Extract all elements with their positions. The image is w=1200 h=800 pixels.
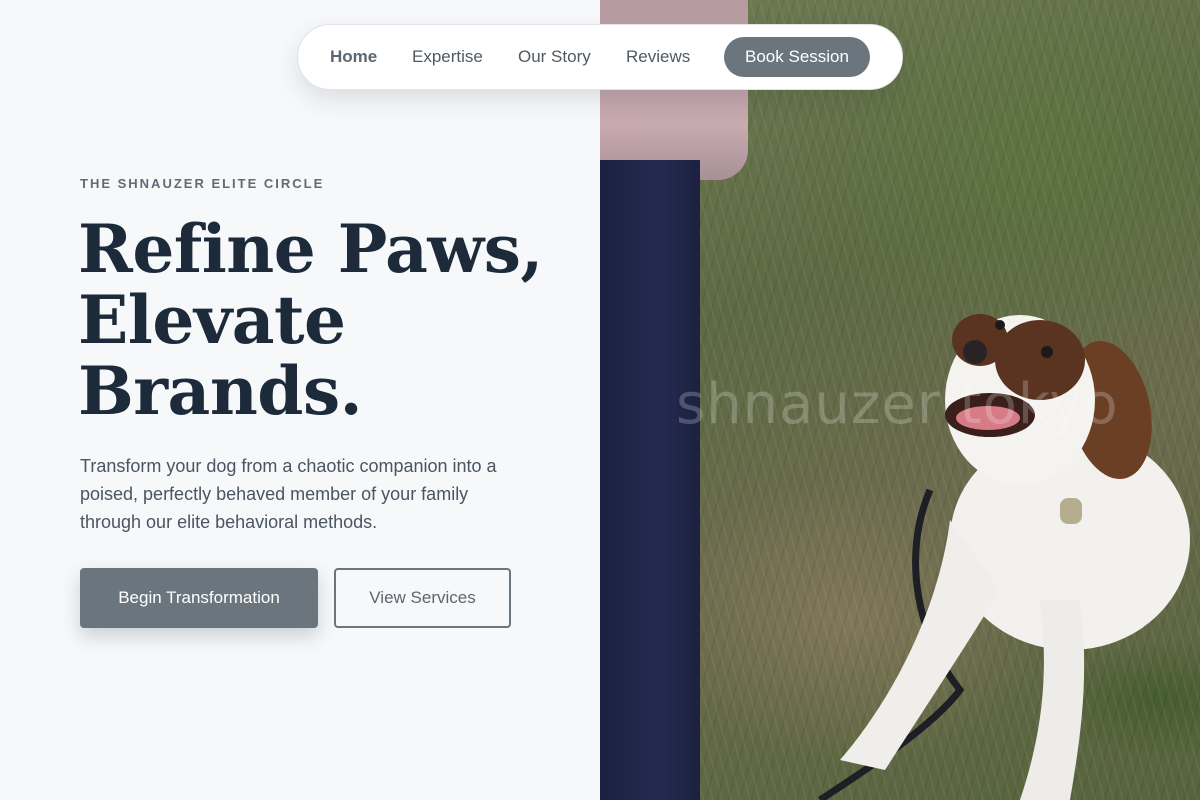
nav-our-story-link[interactable]: Our Story: [518, 47, 591, 67]
hero-eyebrow: THE SHNAUZER ELITE CIRCLE: [80, 176, 325, 191]
hero-headline: Refine Paws, Elevate Brands.: [78, 214, 578, 427]
nav-expertise-link[interactable]: Expertise: [412, 47, 483, 67]
hero-subtext: Transform your dog from a chaotic compan…: [80, 456, 497, 532]
headline-line-2: Elevate: [78, 281, 346, 359]
hero-panel: THE SHNAUZER ELITE CIRCLE Refine Paws, E…: [0, 0, 600, 800]
view-services-button[interactable]: View Services: [334, 568, 511, 628]
nav-home-link[interactable]: Home: [330, 47, 377, 67]
headline-line-1: Refine Paws,: [78, 210, 543, 288]
photo-watermark: shnauzer tokyo: [676, 372, 1119, 437]
book-session-button[interactable]: Book Session: [724, 37, 870, 77]
begin-transformation-button[interactable]: Begin Transformation: [80, 568, 318, 628]
main-nav: Home Expertise Our Story Reviews Book Se…: [297, 24, 903, 90]
nav-reviews-link[interactable]: Reviews: [626, 47, 690, 67]
headline-line-3: Brands.: [78, 352, 363, 430]
